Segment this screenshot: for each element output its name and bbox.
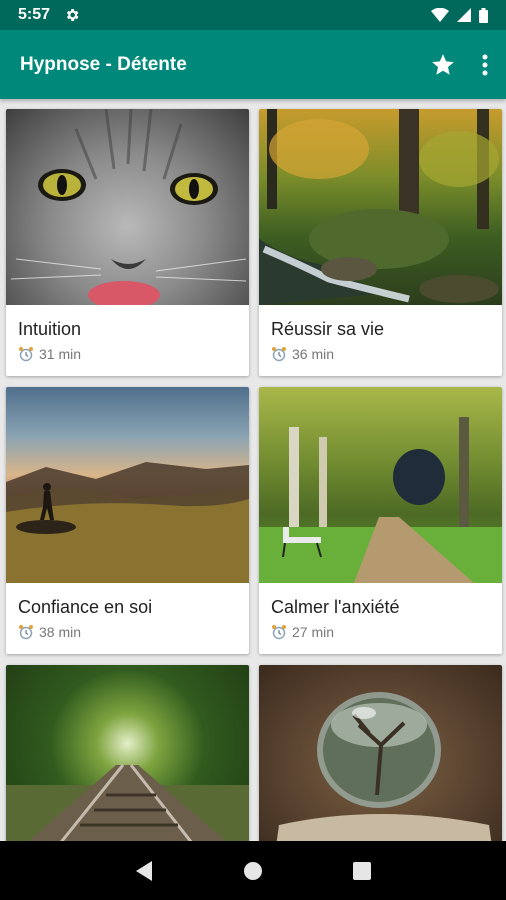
park-path-illustration <box>259 417 502 583</box>
home-icon[interactable] <box>242 860 264 882</box>
forest-stream-illustration <box>259 109 499 305</box>
alarm-clock-icon <box>19 347 33 362</box>
hiker-sunset-illustration <box>6 462 249 583</box>
wifi-icon <box>431 8 449 22</box>
favorites-star-icon[interactable] <box>430 52 456 78</box>
session-card-calmer-l-anxiete[interactable]: Calmer l'anxiété 27 min <box>259 387 502 654</box>
recents-icon[interactable] <box>352 861 372 881</box>
signal-icon <box>457 8 471 22</box>
card-duration: 31 min <box>39 346 82 362</box>
battery-icon <box>479 7 488 23</box>
card-image-hiker-sunset <box>6 387 249 583</box>
session-card-intuition[interactable]: Intuition 31 min <box>6 109 249 376</box>
railway-illustration <box>6 764 249 841</box>
card-image-glass-sphere <box>259 665 502 841</box>
card-duration: 36 min <box>292 346 335 362</box>
alarm-clock-icon <box>272 625 286 640</box>
session-card-confiance-en-soi[interactable]: Confiance en soi 38 min <box>6 387 249 654</box>
settings-gear-icon <box>66 9 79 21</box>
card-title: Confiance en soi <box>18 597 153 617</box>
status-time: 5:57 <box>18 6 51 23</box>
status-bar: 5:57 <box>0 0 506 30</box>
card-image-park-path <box>259 387 502 583</box>
card-image-cat <box>6 109 249 305</box>
card-title: Intuition <box>18 319 82 339</box>
session-card-glass-sphere[interactable] <box>259 665 502 841</box>
card-duration: 38 min <box>39 624 82 640</box>
glass-sphere-illustration <box>276 692 492 841</box>
cat-illustration <box>10 109 247 305</box>
card-image-forest-stream <box>259 109 502 305</box>
back-icon[interactable] <box>134 860 154 882</box>
session-grid: Intuition 31 min Réussir sa vie 36 min C… <box>0 99 506 841</box>
more-options-icon[interactable] <box>482 54 488 76</box>
card-title: Réussir sa vie <box>271 319 385 339</box>
alarm-clock-icon <box>272 347 286 362</box>
card-duration: 27 min <box>292 624 335 640</box>
app-bar: Hypnose - Détente <box>0 30 506 99</box>
session-card-reussir-sa-vie[interactable]: Réussir sa vie 36 min <box>259 109 502 376</box>
card-image-railway-forest <box>6 665 249 841</box>
system-nav-bar <box>0 841 506 900</box>
app-title: Hypnose - Détente <box>20 53 187 75</box>
card-title: Calmer l'anxiété <box>271 597 400 617</box>
session-card-railway[interactable] <box>6 665 249 841</box>
alarm-clock-icon <box>19 625 33 640</box>
